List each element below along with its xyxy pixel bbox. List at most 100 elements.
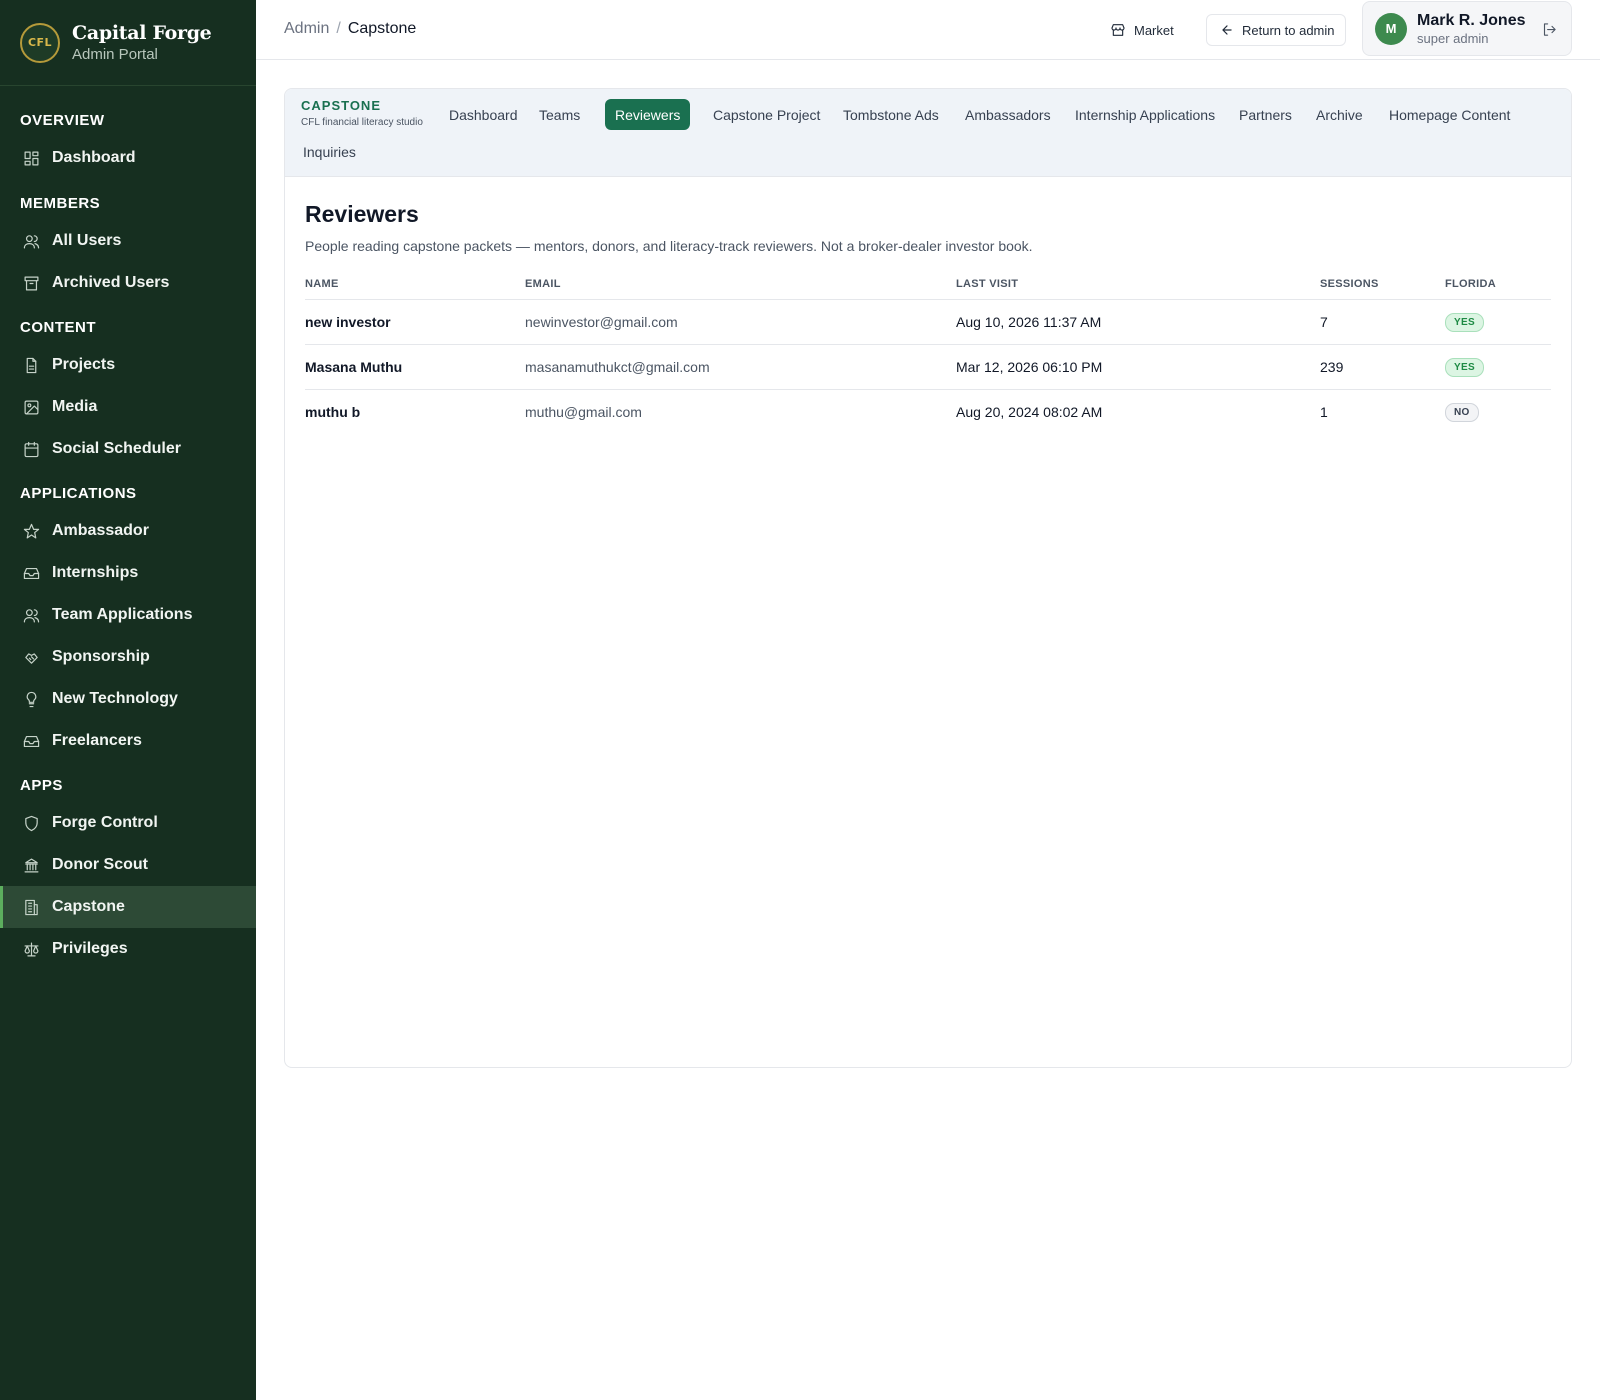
breadcrumb-current: Capstone (347, 20, 417, 37)
calendar-icon (24, 441, 39, 457)
tab-ambassadors[interactable]: Ambassadors (955, 99, 1061, 130)
tab-internship-applications[interactable]: Internship Applications (1065, 99, 1225, 130)
module-tab-bar: CAPSTONE CFL financial literacy studio D… (285, 89, 1571, 177)
tab-reviewers[interactable]: Reviewers (605, 99, 691, 130)
sidebar: CFL Capital Forge Admin Portal OVERVIEW … (0, 0, 256, 1400)
reviewer-sessions: 239 (1320, 344, 1445, 390)
table-row[interactable]: Masana Muthu masanamuthukct@gmail.com Ma… (305, 344, 1551, 390)
reviewer-email: masanamuthukct@gmail.com (525, 344, 956, 390)
sidebar-item-donor-scout[interactable]: Donor Scout (0, 844, 256, 886)
reviewer-last-visit: Aug 10, 2026 11:37 AM (956, 299, 1320, 345)
handshake-icon (25, 652, 38, 664)
florida-cell: NO (1445, 389, 1551, 434)
column-header-email: EMAIL (525, 270, 956, 300)
column-header-florida: FLORIDA (1445, 270, 1551, 300)
brand-logo: CFL (20, 22, 60, 63)
nav-section-overview: OVERVIEW (20, 111, 105, 129)
status-badge: NO (1445, 402, 1479, 422)
sidebar-item-dashboard[interactable]: Dashboard (0, 137, 256, 179)
user-role: super admin (1417, 30, 1489, 46)
sidebar-item-freelancers[interactable]: Freelancers (0, 720, 256, 762)
module-subtitle: CFL financial literacy studio (301, 117, 423, 128)
module-title: CAPSTONE (301, 98, 381, 113)
building-icon (25, 899, 38, 915)
tab-partners[interactable]: Partners (1229, 99, 1302, 130)
nav-section-apps: APPS (20, 776, 63, 794)
sidebar-item-media[interactable]: Media (0, 386, 256, 428)
reviewer-name: muthu b (305, 403, 361, 420)
sidebar-item-capstone[interactable]: Capstone (0, 886, 256, 928)
reviewers-table: NAME EMAIL LAST VISIT SESSIONS FLORIDA n… (305, 270, 1551, 434)
file-icon (26, 357, 37, 373)
reviewer-email: newinvestor@gmail.com (525, 299, 956, 345)
brand-header: CFL Capital Forge Admin Portal (0, 0, 256, 86)
image-icon (24, 400, 39, 414)
table-row[interactable]: new investor newinvestor@gmail.com Aug 1… (305, 299, 1551, 345)
status-badge: YES (1445, 357, 1484, 377)
breadcrumb-separator: / (336, 20, 341, 37)
lightbulb-icon (26, 691, 37, 707)
tab-homepage-content[interactable]: Homepage Content (1379, 99, 1520, 130)
sidebar-item-projects[interactable]: Projects (0, 344, 256, 386)
reviewer-last-visit: Mar 12, 2026 06:10 PM (956, 344, 1320, 390)
market-button[interactable]: Market (1110, 16, 1174, 44)
reviewer-email: muthu@gmail.com (525, 403, 642, 420)
sidebar-item-forge-control[interactable]: Forge Control (0, 802, 256, 844)
user-menu[interactable]: M Mark R. Jones super admin (1362, 1, 1572, 56)
florida-cell: YES (1445, 299, 1551, 345)
nav-section-content: CONTENT (20, 318, 96, 336)
breadcrumb-admin-link[interactable]: Admin (284, 20, 329, 38)
module-label: CAPSTONE CFL financial literacy studio (301, 98, 423, 128)
breadcrumb: Admin / Capstone (284, 0, 416, 58)
shield-icon (25, 815, 38, 831)
inbox-icon (23, 567, 40, 579)
florida-cell: YES (1445, 344, 1551, 390)
capstone-card: CAPSTONE CFL financial literacy studio D… (284, 88, 1572, 1068)
users-icon (23, 608, 40, 622)
brand-subtitle: Admin Portal (72, 46, 158, 63)
users-icon (23, 234, 40, 248)
top-bar: Admin / Capstone Market Return to admin … (256, 0, 1600, 60)
tab-dashboard[interactable]: Dashboard (439, 99, 528, 130)
tab-teams[interactable]: Teams (529, 99, 590, 130)
sidebar-item-ambassador[interactable]: Ambassador (0, 510, 256, 552)
tab-archive[interactable]: Archive (1306, 99, 1373, 130)
sidebar-item-team-applications[interactable]: Team Applications (0, 594, 256, 636)
table-header-row: NAME EMAIL LAST VISIT SESSIONS FLORIDA (305, 270, 1551, 300)
column-header-sessions: SESSIONS (1320, 270, 1445, 300)
tab-tombstone-ads[interactable]: Tombstone Ads (833, 99, 949, 130)
nav-section-members: MEMBERS (20, 194, 101, 212)
sidebar-item-sponsorship[interactable]: Sponsorship (0, 636, 256, 678)
sidebar-item-internships[interactable]: Internships (0, 552, 256, 594)
nav-section-applications: APPLICATIONS (20, 484, 137, 502)
reviewer-last-visit: Aug 20, 2024 08:02 AM (956, 403, 1103, 420)
inbox-icon (23, 735, 40, 747)
store-icon (1111, 24, 1125, 36)
sidebar-item-archived-users[interactable]: Archived Users (0, 262, 256, 304)
tab-capstone-project[interactable]: Capstone Project (703, 99, 830, 130)
reviewer-name: new investor (305, 299, 525, 345)
reviewer-name: Masana Muthu (305, 344, 525, 390)
sidebar-item-privileges[interactable]: Privileges (0, 928, 256, 970)
avatar: M (1375, 12, 1407, 45)
bank-icon (24, 858, 39, 872)
brand-title: Capital Forge (72, 22, 212, 44)
dashboard-icon (24, 151, 39, 165)
column-header-last-visit: LAST VISIT (956, 270, 1320, 300)
column-header-name: NAME (305, 270, 525, 300)
sidebar-item-all-users[interactable]: All Users (0, 220, 256, 262)
reviewer-sessions: 7 (1320, 299, 1445, 345)
sidebar-item-social-scheduler[interactable]: Social Scheduler (0, 428, 256, 470)
table-row[interactable]: muthu b muthu@gmail.com Aug 20, 2024 08:… (305, 389, 1551, 434)
sidebar-item-new-technology[interactable]: New Technology (0, 678, 256, 720)
scale-icon (24, 942, 39, 956)
tab-inquiries[interactable]: Inquiries (293, 136, 366, 167)
user-name: Mark R. Jones (1417, 11, 1526, 29)
status-badge: YES (1445, 312, 1484, 332)
logout-button[interactable] (1542, 22, 1557, 42)
page-title: Reviewers (305, 201, 419, 227)
archive-icon (24, 276, 39, 290)
return-to-admin-button[interactable]: Return to admin (1206, 14, 1346, 46)
page-description: People reading capstone packets — mentor… (305, 238, 1033, 254)
reviewer-sessions: 1 (1320, 403, 1328, 420)
